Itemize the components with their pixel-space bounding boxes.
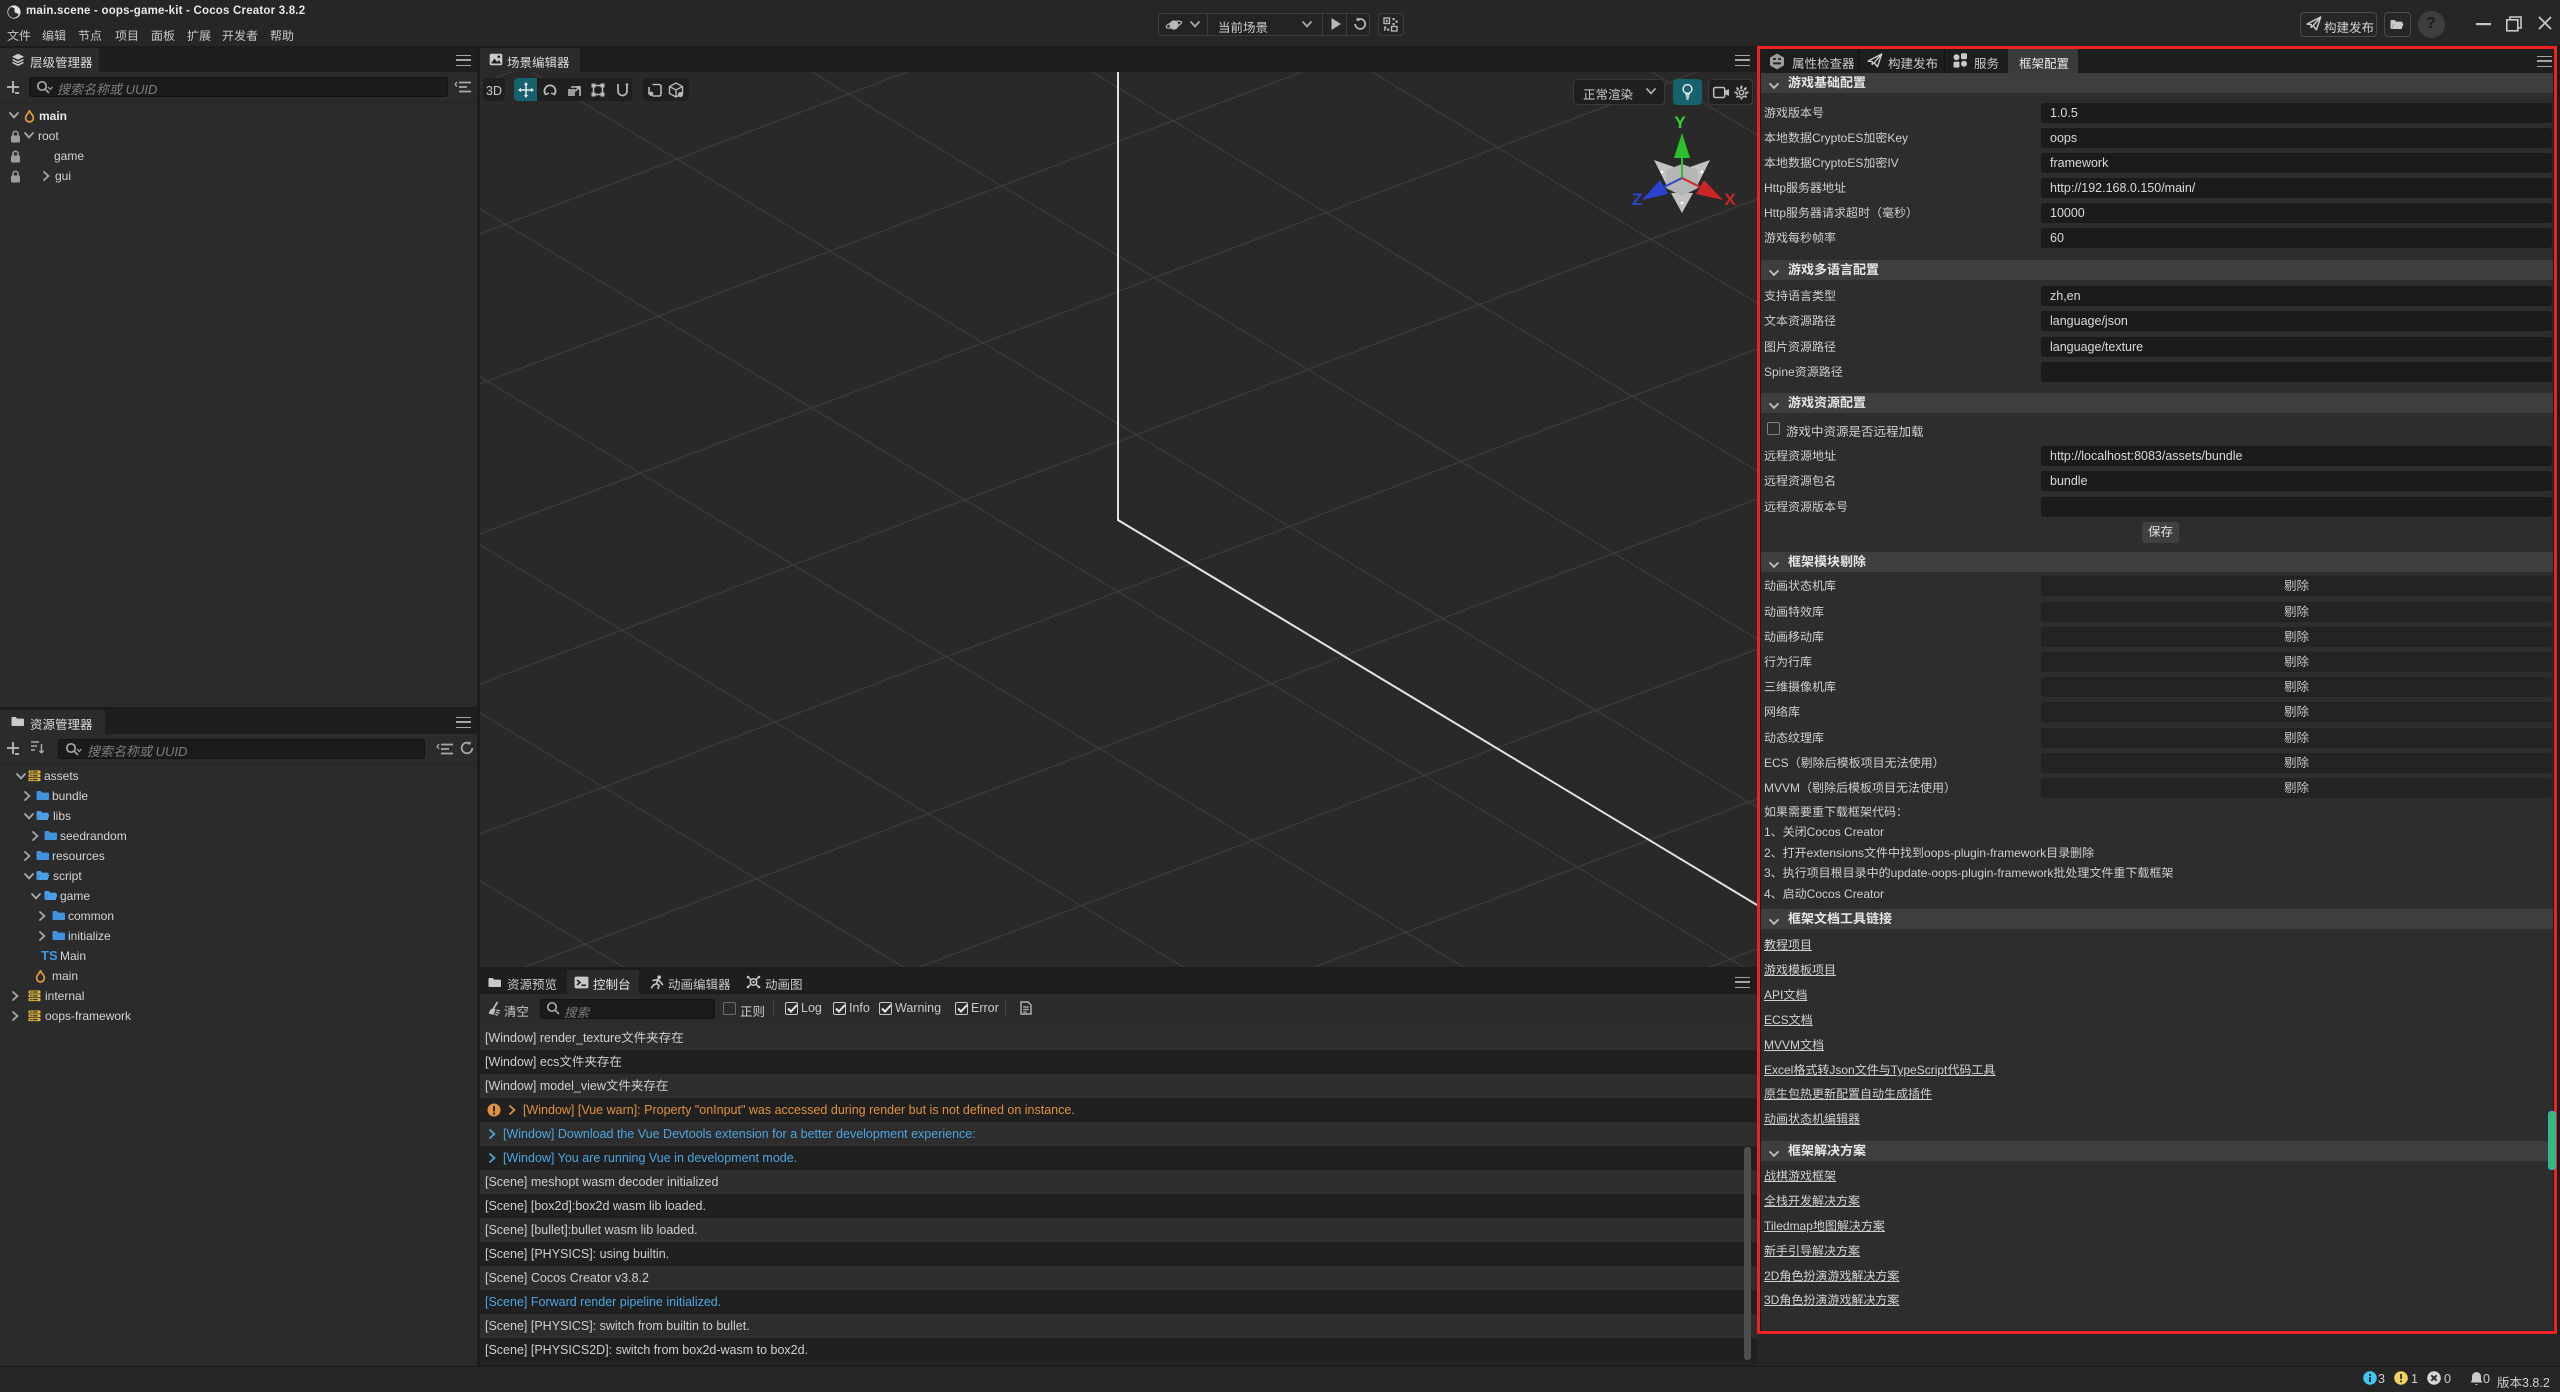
svg-text:Y: Y <box>1674 113 1686 132</box>
svg-text:Z: Z <box>1632 190 1642 209</box>
svg-text:X: X <box>1724 190 1736 209</box>
